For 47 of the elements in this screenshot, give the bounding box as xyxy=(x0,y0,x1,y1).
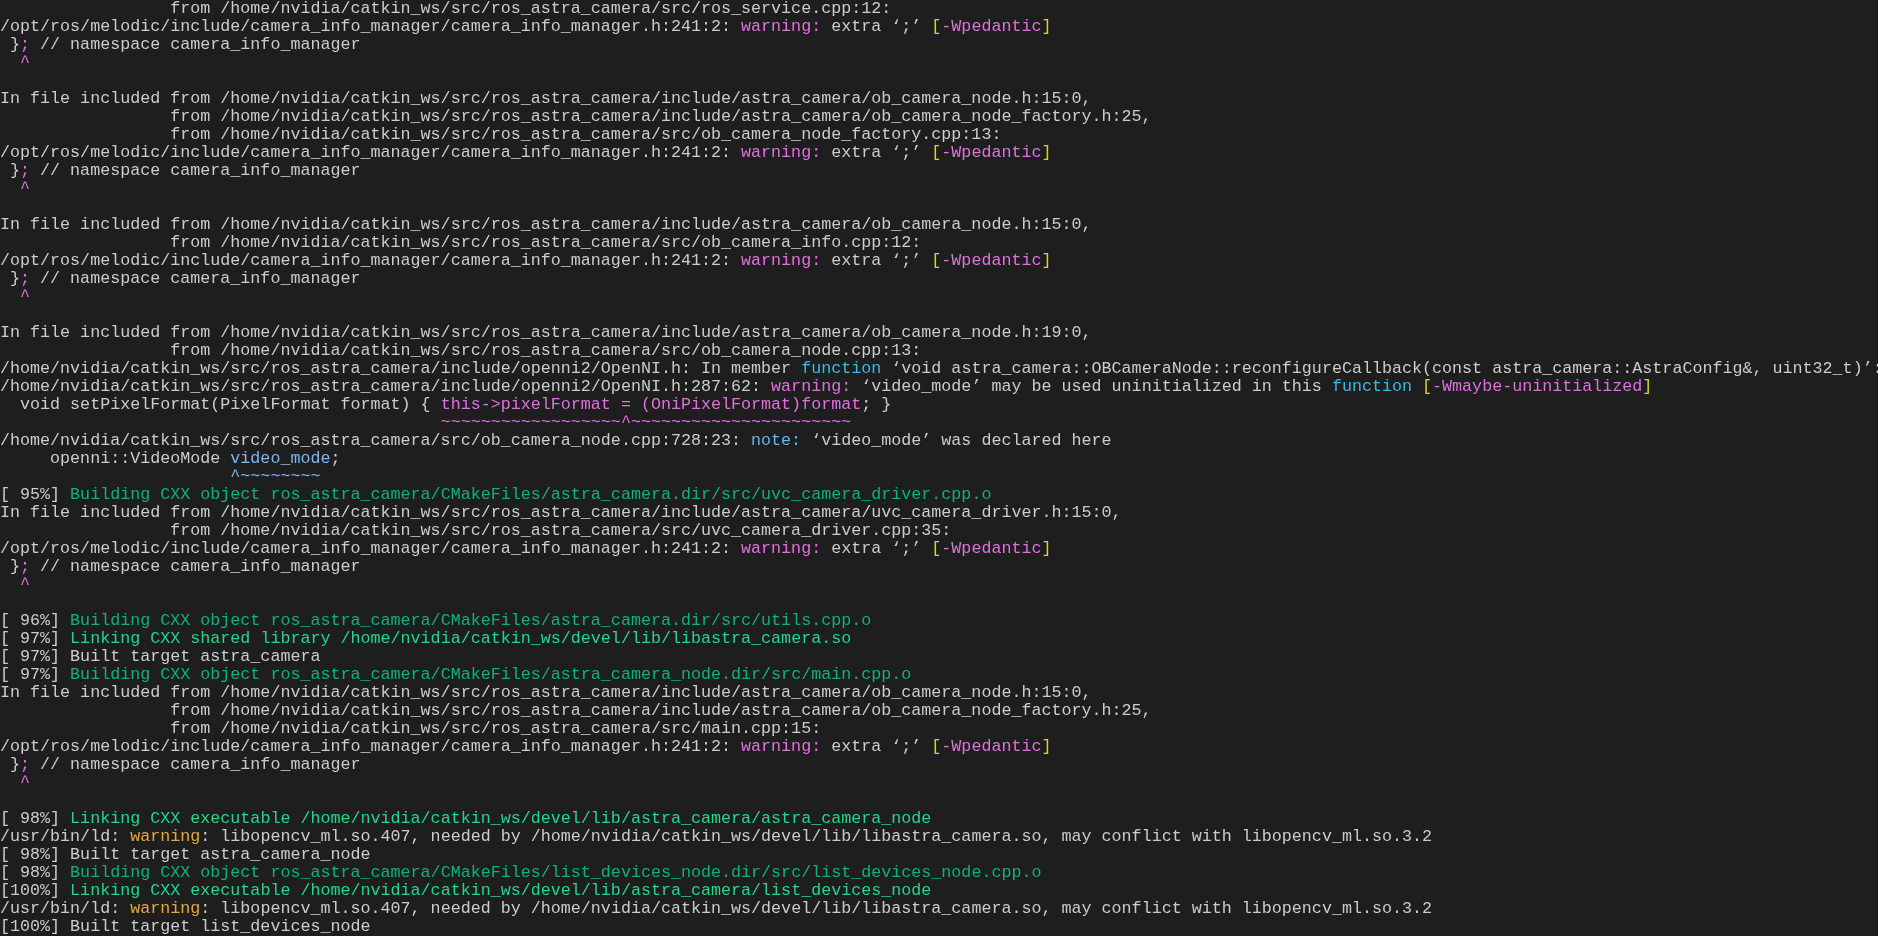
terminal-line: ^ xyxy=(19,774,31,792)
terminal-line: [ 98%] Built target astra_camera_node xyxy=(0,846,371,864)
terminal-line: ^ xyxy=(19,180,31,198)
terminal-line: In file included from /home/nvidia/catkin_ws/src/ros_astra_camera/include/astra_camera/uvc_camera_driver.h:15:0, xyxy=(0,504,1122,522)
terminal-line: from /home/nvidia/catkin_ws/src/ros_astra_camera/src/ros_service.cpp:12: xyxy=(169,0,892,18)
terminal-line: from /home/nvidia/catkin_ws/src/ros_astra_camera/src/ob_camera_node_factory.cpp:13: xyxy=(169,126,1002,144)
terminal-line: [ 98%] Building CXX object ros_astra_camera/CMakeFiles/list_devices_node.dir/src/list_devices_node.cpp.o xyxy=(0,864,1042,882)
terminal-line: /opt/ros/melodic/include/camera_info_manager/camera_info_manager.h:241:2: warning: extra ‘;’ [-Wpedantic] xyxy=(0,252,1052,270)
terminal-line: [ 97%] Linking CXX shared library /home/nvidia/catkin_ws/devel/lib/libastra_camera.so xyxy=(0,630,852,648)
terminal-line: [ 97%] Building CXX object ros_astra_camera/CMakeFiles/astra_camera_node.dir/src/main.cpp.o xyxy=(0,666,912,684)
terminal-line: /usr/bin/ld: warning: libopencv_ml.so.407, needed by /home/nvidia/catkin_ws/devel/lib/libastra_camera.so, may conflict with libopencv_ml.so.3.2 xyxy=(0,828,1433,846)
terminal-line: }; // namespace camera_info_manager xyxy=(9,162,361,180)
terminal-line: /home/nvidia/catkin_ws/src/ros_astra_camera/include/openni2/OpenNI.h:287:62: warning: ‘video_mode’ may be used uninitialized in this function [-Wmaybe-uninitialized] xyxy=(0,378,1653,396)
terminal-line: /opt/ros/melodic/include/camera_info_manager/camera_info_manager.h:241:2: warning: extra ‘;’ [-Wpedantic] xyxy=(0,738,1052,756)
terminal-line: from /home/nvidia/catkin_ws/src/ros_astra_camera/src/ob_camera_info.cpp:12: xyxy=(169,234,922,252)
terminal-line: }; // namespace camera_info_manager xyxy=(9,558,361,576)
terminal-line: In file included from /home/nvidia/catkin_ws/src/ros_astra_camera/include/astra_camera/ob_camera_node.h:15:0, xyxy=(0,684,1092,702)
terminal-line: openni::VideoMode video_mode; xyxy=(49,450,341,468)
terminal-line: }; // namespace camera_info_manager xyxy=(9,36,361,54)
terminal-line: /opt/ros/melodic/include/camera_info_manager/camera_info_manager.h:241:2: warning: extra ‘;’ [-Wpedantic] xyxy=(0,540,1052,558)
terminal-line: /usr/bin/ld: warning: libopencv_ml.so.407, needed by /home/nvidia/catkin_ws/devel/lib/libastra_camera.so, may conflict with libopencv_ml.so.3.2 xyxy=(0,900,1433,918)
terminal-line: [ 95%] Building CXX object ros_astra_camera/CMakeFiles/astra_camera.dir/src/uvc_camera_driver.cpp.o xyxy=(0,486,992,504)
terminal-line: from /home/nvidia/catkin_ws/src/ros_astra_camera/src/main.cpp:15: xyxy=(169,720,822,738)
terminal-line: /home/nvidia/catkin_ws/src/ros_astra_camera/src/ob_camera_node.cpp:728:23: note: ‘video_mode’ was declared here xyxy=(0,432,1112,450)
terminal-line: In file included from /home/nvidia/catkin_ws/src/ros_astra_camera/include/astra_camera/ob_camera_node.h:15:0, xyxy=(0,216,1092,234)
terminal-line: from /home/nvidia/catkin_ws/src/ros_astra_camera/include/astra_camera/ob_camera_node_factory.h:25, xyxy=(169,108,1152,126)
terminal-line: /opt/ros/melodic/include/camera_info_manager/camera_info_manager.h:241:2: warning: extra ‘;’ [-Wpedantic] xyxy=(0,144,1052,162)
terminal-line: ^ xyxy=(19,288,31,306)
terminal-line: [ 96%] Building CXX object ros_astra_camera/CMakeFiles/astra_camera.dir/src/utils.cpp.o xyxy=(0,612,872,630)
terminal-line: /home/nvidia/catkin_ws/src/ros_astra_camera/include/openni2/OpenNI.h: In member function ‘void astra_camera::OBCameraNode::reconfigureCallback(const astra_camera::AstraConfig&, uint32_t)’: xyxy=(0,360,1878,378)
terminal-line: void setPixelFormat(PixelFormat format) { this->pixelFormat = (OniPixelFormat)format; } xyxy=(19,396,892,414)
terminal-line: ^~~~~~~~~ xyxy=(229,468,321,486)
terminal-line: [ 98%] Linking CXX executable /home/nvidia/catkin_ws/devel/lib/astra_camera/astra_camera_node xyxy=(0,810,932,828)
terminal-line: /opt/ros/melodic/include/camera_info_manager/camera_info_manager.h:241:2: warning: extra ‘;’ [-Wpedantic] xyxy=(0,18,1052,36)
terminal-line: [100%] Built target list_devices_node xyxy=(0,918,371,936)
terminal-line: [ 97%] Built target astra_camera xyxy=(0,648,321,666)
terminal-line: ^ xyxy=(19,576,31,594)
terminal-line: In file included from /home/nvidia/catkin_ws/src/ros_astra_camera/include/astra_camera/ob_camera_node.h:15:0, xyxy=(0,90,1092,108)
terminal-line: }; // namespace camera_info_manager xyxy=(9,270,361,288)
terminal-line: [100%] Linking CXX executable /home/nvidia/catkin_ws/devel/lib/astra_camera/list_devices_node xyxy=(0,882,932,900)
terminal-line: In file included from /home/nvidia/catkin_ws/src/ros_astra_camera/include/astra_camera/ob_camera_node.h:19:0, xyxy=(0,324,1092,342)
terminal-line: from /home/nvidia/catkin_ws/src/ros_astra_camera/src/ob_camera_node.cpp:13: xyxy=(169,342,922,360)
terminal-line: ~~~~~~~~~~~~~~~~~~^~~~~~~~~~~~~~~~~~~~~~~ xyxy=(439,414,852,432)
terminal-line: ^ xyxy=(19,54,31,72)
terminal-line: from /home/nvidia/catkin_ws/src/ros_astra_camera/include/astra_camera/ob_camera_node_factory.h:25, xyxy=(169,702,1152,720)
terminal-line: }; // namespace camera_info_manager xyxy=(9,756,361,774)
terminal-line: from /home/nvidia/catkin_ws/src/ros_astra_camera/src/uvc_camera_driver.cpp:35: xyxy=(169,522,952,540)
